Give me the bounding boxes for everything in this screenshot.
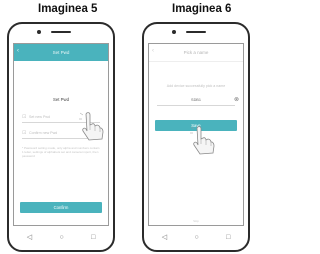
app-bar-title: Set Pwd [52, 50, 70, 55]
caption-image-6: Imaginea 6 [172, 3, 232, 15]
phone-screen-left: ‹ Set Pwd Set Pwd ⊡ Set new Pwd ⊡ Confir… [13, 43, 109, 226]
front-camera-icon [172, 30, 176, 34]
phone-top-bezel [144, 24, 248, 42]
section-label: Set Pwd [52, 97, 69, 102]
phone-screen-right: ‹ Pick a name Add device successfully pi… [148, 43, 244, 226]
lock-icon: ⊡ [22, 130, 27, 136]
device-name-value: SDB1 [191, 98, 201, 102]
nav-recent-icon[interactable]: □ [91, 234, 95, 241]
tapping-hand-icon [190, 126, 215, 155]
nav-back-icon[interactable]: ◁ [162, 233, 167, 241]
clear-icon[interactable]: ⊗ [234, 96, 239, 103]
nav-home-icon[interactable]: ○ [194, 234, 198, 241]
confirm-password-placeholder: Confirm new Pwd [29, 131, 58, 135]
skip-link[interactable]: Skip [149, 219, 243, 223]
caption-image-5: Imaginea 5 [38, 3, 98, 15]
nav-recent-icon[interactable]: □ [226, 234, 230, 241]
password-note: * Password setting made, only alpha and … [22, 146, 100, 158]
phone-right: ‹ Pick a name Add device successfully pi… [142, 22, 250, 252]
android-nav-bar: ◁ ○ □ [148, 230, 244, 244]
device-name-field[interactable]: SDB1 ⊗ [157, 95, 239, 106]
phone-left: ‹ Set Pwd Set Pwd ⊡ Set new Pwd ⊡ Confir… [7, 22, 115, 252]
nav-home-icon[interactable]: ○ [59, 234, 63, 241]
nav-back-icon[interactable]: ◁ [27, 233, 32, 241]
back-arrow-icon[interactable]: ‹ [17, 48, 19, 54]
tapping-hand-icon [79, 112, 104, 141]
speaker-icon [186, 31, 206, 33]
back-arrow-icon[interactable]: ‹ [152, 48, 154, 54]
app-bar-title: Pick a name [183, 50, 209, 55]
success-message: Add device successfully pick a name [166, 84, 226, 88]
confirm-button[interactable]: Confirm [20, 202, 102, 213]
app-bar: ‹ Pick a name [149, 44, 243, 62]
app-bar: ‹ Set Pwd [14, 44, 108, 61]
phone-top-bezel [9, 24, 113, 42]
speaker-icon [51, 31, 71, 33]
lock-icon: ⊡ [22, 114, 27, 120]
android-nav-bar: ◁ ○ □ [13, 230, 109, 244]
password-placeholder: Set new Pwd [29, 115, 50, 119]
front-camera-icon [37, 30, 41, 34]
